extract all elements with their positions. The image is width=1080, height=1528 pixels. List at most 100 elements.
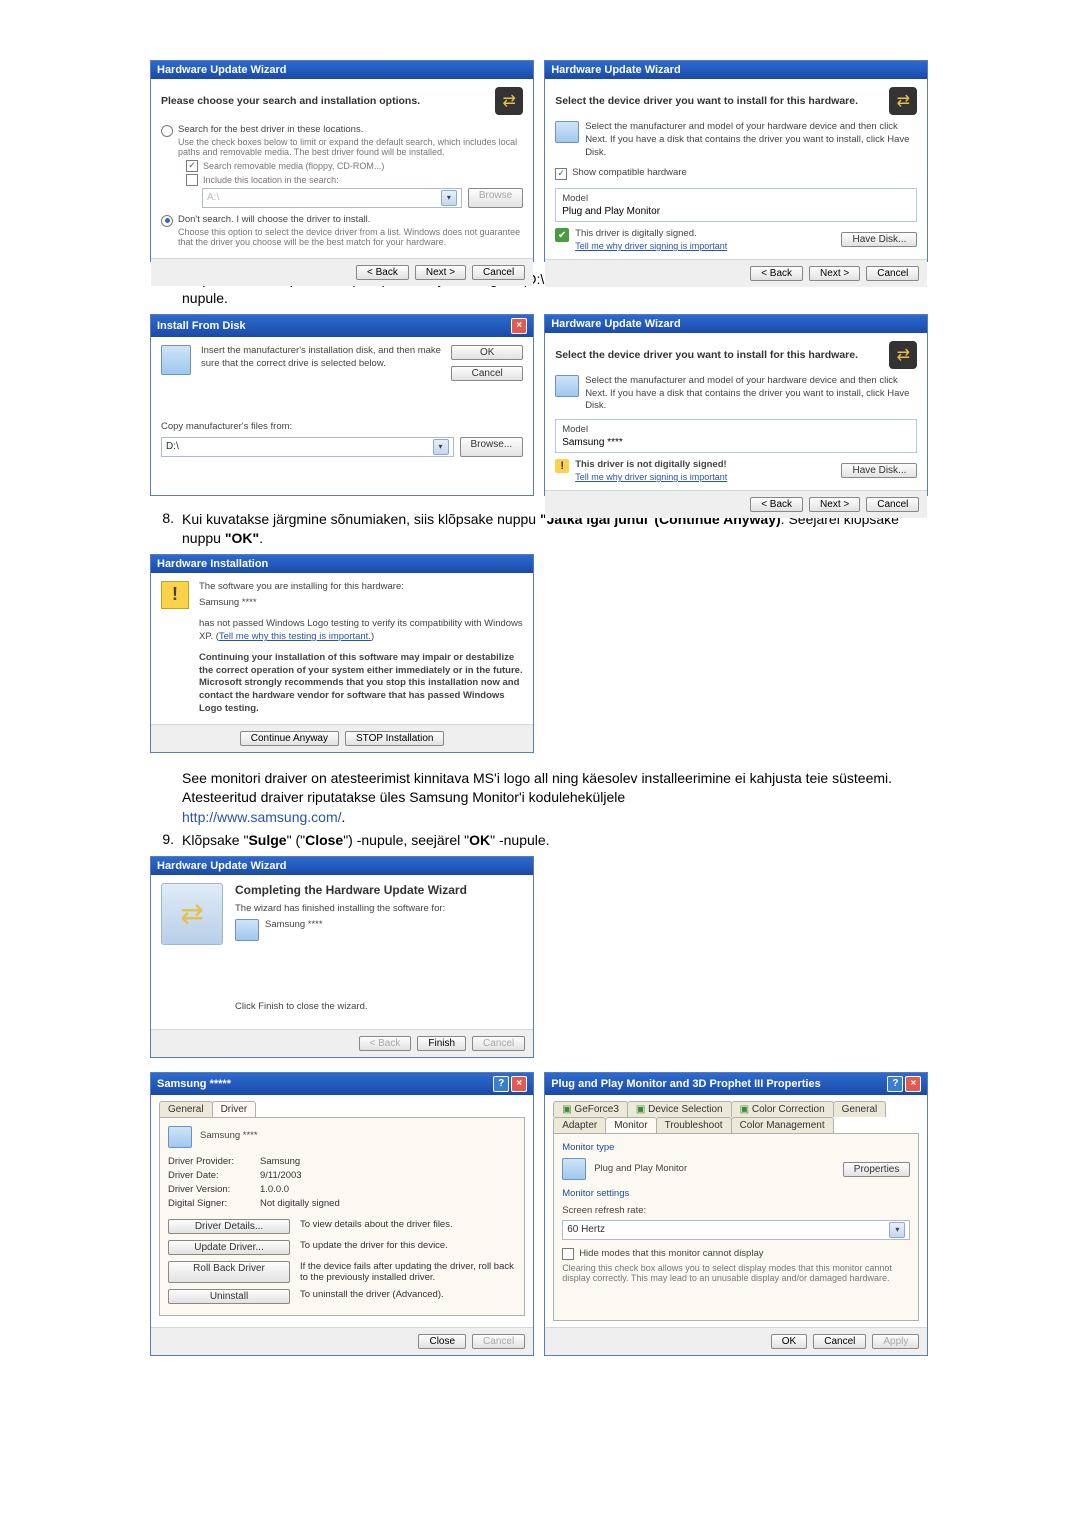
title-text: Install From Disk: [157, 320, 246, 332]
monitor-icon: [168, 1126, 192, 1148]
unsigned-text: This driver is not digitally signed!: [575, 459, 727, 472]
t: " (": [287, 832, 306, 848]
model-listbox[interactable]: Model Plug and Play Monitor: [555, 188, 917, 222]
back-button[interactable]: < Back: [750, 266, 803, 281]
note-url-line: http://www.samsung.com/.: [182, 809, 930, 825]
signed-link[interactable]: Tell me why driver signing is important: [575, 241, 727, 251]
drv-model: Samsung ****: [200, 1130, 258, 1143]
chk-show-compatible[interactable]: Show compatible hardware: [555, 167, 917, 180]
radio-dont-search[interactable]: Don't search. I will choose the driver t…: [161, 214, 523, 247]
next-button[interactable]: Next >: [809, 497, 860, 512]
help-icon[interactable]: ?: [887, 1076, 903, 1092]
version-value: 1.0.0.0: [260, 1184, 516, 1195]
tab-device-selection[interactable]: ▣ Device Selection: [627, 1101, 732, 1117]
help-icon[interactable]: ?: [493, 1076, 509, 1092]
dialog-title: Plug and Play Monitor and 3D Prophet III…: [545, 1073, 927, 1095]
model-heading: Model: [562, 193, 910, 204]
path-combo[interactable]: A:\ ▾: [202, 188, 462, 208]
tab-general[interactable]: General: [159, 1101, 213, 1117]
signed-link[interactable]: Tell me why driver signing is important: [575, 472, 727, 482]
next-button[interactable]: Next >: [809, 266, 860, 281]
cancel-button[interactable]: Cancel: [813, 1334, 866, 1349]
model-item-samsung[interactable]: Samsung ****: [562, 437, 910, 448]
rollback-driver-button[interactable]: Roll Back Driver: [168, 1261, 290, 1283]
chk-hide-modes[interactable]: Hide modes that this monitor cannot disp…: [562, 1248, 910, 1261]
cancel-button[interactable]: Cancel: [866, 266, 919, 281]
provider-value: Samsung: [260, 1156, 516, 1167]
cancel-button[interactable]: Cancel: [472, 265, 525, 280]
dialog-title: Samsung ***** ? ×: [151, 1073, 533, 1095]
close-button[interactable]: Close: [418, 1334, 466, 1349]
t: Device Selection: [648, 1104, 722, 1115]
tab-general[interactable]: General: [833, 1101, 887, 1117]
back-button[interactable]: < Back: [356, 265, 409, 280]
hide-modes-desc: Clearing this check box allows you to se…: [562, 1263, 910, 1283]
close-icon[interactable]: ×: [511, 318, 527, 334]
rollback-driver-text: If the device fails after updating the d…: [290, 1261, 516, 1283]
samsung-url-link[interactable]: http://www.samsung.com/: [182, 809, 342, 825]
copy-from-combo[interactable]: D:\ ▾: [161, 437, 454, 457]
have-disk-button[interactable]: Have Disk...: [841, 463, 917, 478]
radio-search-best[interactable]: Search for the best driver in these loca…: [161, 124, 523, 208]
cancel-button[interactable]: Cancel: [866, 497, 919, 512]
wizard-completing: Hardware Update Wizard Completing the Ha…: [150, 856, 534, 1058]
cancel-button[interactable]: Cancel: [451, 366, 523, 381]
step-number: 9.: [150, 831, 182, 847]
wizard-instruction: Select the device driver you want to ins…: [555, 349, 881, 361]
wizard-instruction: Select the device driver you want to ins…: [555, 95, 881, 107]
t: Color Correction: [752, 1104, 825, 1115]
stop-installation-button[interactable]: STOP Installation: [345, 731, 444, 746]
ok-button[interactable]: OK: [771, 1334, 807, 1349]
dialog-title: Hardware Update Wizard: [151, 61, 533, 79]
browse-button[interactable]: Browse...: [460, 437, 524, 457]
tab-color-management[interactable]: Color Management: [731, 1117, 834, 1133]
hardware-installation-dialog: Hardware Installation ! The software you…: [150, 554, 534, 753]
model-item-pnp[interactable]: Plug and Play Monitor: [562, 206, 910, 217]
tab-color-correction[interactable]: ▣ Color Correction: [731, 1101, 834, 1117]
close-icon[interactable]: ×: [905, 1076, 921, 1092]
tab-geforce[interactable]: ▣ GeForce3: [553, 1101, 628, 1117]
chevron-down-icon: ▾: [441, 190, 457, 206]
samsung-driver-properties: Samsung ***** ? × General Driver Samsung…: [150, 1072, 534, 1356]
ok-button[interactable]: OK: [451, 345, 523, 360]
completing-heading: Completing the Hardware Update Wizard: [235, 883, 523, 897]
title-text: Hardware Update Wizard: [551, 64, 681, 76]
testing-important-link[interactable]: Tell me why this testing is important.: [219, 631, 371, 642]
signer-value: Not digitally signed: [260, 1198, 516, 1209]
t: "OK": [225, 530, 259, 546]
wizard-select-driver-2: Hardware Update Wizard Select the device…: [544, 314, 928, 496]
unsigned-warning-icon: !: [555, 459, 569, 473]
next-button[interactable]: Next >: [415, 265, 466, 280]
path-value: A:\: [207, 192, 219, 203]
monitor-settings-heading: Monitor settings: [562, 1188, 910, 1201]
ifd-message: Insert the manufacturer's installation d…: [201, 345, 441, 381]
monitor-properties-button[interactable]: Properties: [843, 1162, 911, 1177]
update-driver-button[interactable]: Update Driver...: [168, 1240, 290, 1255]
wizard-instruction: Please choose your search and installati…: [161, 95, 487, 107]
tab-troubleshoot[interactable]: Troubleshoot: [656, 1117, 732, 1133]
tab-adapter[interactable]: Adapter: [553, 1117, 606, 1133]
chk-removable-media[interactable]: Search removable media (floppy, CD-ROM..…: [186, 160, 523, 172]
chk-removable-media-label: Search removable media (floppy, CD-ROM..…: [203, 161, 384, 171]
wizard-search-options: Hardware Update Wizard Please choose you…: [150, 60, 534, 262]
wizard-select-driver-1: Hardware Update Wizard Select the device…: [544, 60, 928, 262]
tab-driver[interactable]: Driver: [212, 1101, 257, 1117]
refresh-rate-select[interactable]: 60 Hertz ▾: [562, 1220, 910, 1240]
monitor-icon: [235, 919, 259, 941]
hwinst-bold: Continuing your installation of this sof…: [199, 652, 523, 716]
model-listbox[interactable]: Model Samsung ****: [555, 419, 917, 453]
back-button[interactable]: < Back: [750, 497, 803, 512]
continue-anyway-button[interactable]: Continue Anyway: [240, 731, 339, 746]
driver-details-button[interactable]: Driver Details...: [168, 1219, 290, 1234]
uninstall-button[interactable]: Uninstall: [168, 1289, 290, 1304]
pnp-monitor-properties: Plug and Play Monitor and 3D Prophet III…: [544, 1072, 928, 1356]
have-disk-button[interactable]: Have Disk...: [841, 232, 917, 247]
wizard-icon: [889, 341, 917, 369]
wizard-icon: [889, 87, 917, 115]
completing-model: Samsung ****: [265, 919, 323, 941]
close-icon[interactable]: ×: [511, 1076, 527, 1092]
finish-button[interactable]: Finish: [417, 1036, 466, 1051]
chk-include-location[interactable]: Include this location in the search:: [186, 174, 523, 186]
copy-from-label: Copy manufacturer's files from:: [161, 421, 523, 434]
tab-monitor[interactable]: Monitor: [605, 1117, 656, 1133]
